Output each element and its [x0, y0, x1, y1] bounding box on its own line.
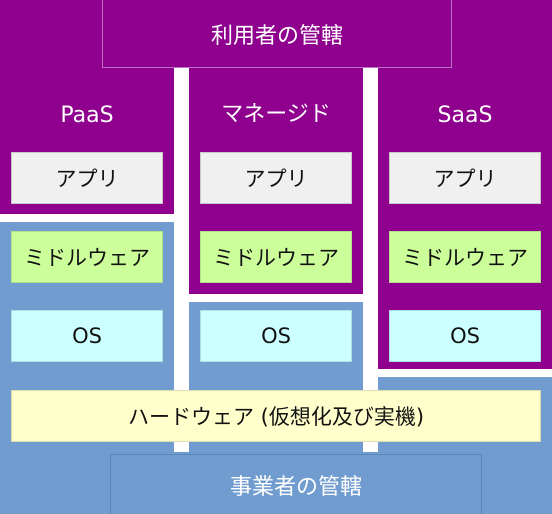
os-box-managed: OS — [200, 310, 352, 362]
middleware-box-paas: ミドルウェア — [11, 231, 163, 283]
os-box-saas: OS — [389, 310, 541, 362]
app-box-saas: アプリ — [389, 152, 541, 204]
hardware-box: ハードウェア (仮想化及び実機) — [11, 390, 541, 442]
os-box-paas: OS — [11, 310, 163, 362]
middleware-box-saas: ミドルウェア — [389, 231, 541, 283]
user-managed-label: 利用者の管轄 — [102, 0, 452, 68]
column-title-paas: PaaS — [60, 102, 114, 128]
app-box-managed: アプリ — [200, 152, 352, 204]
provider-managed-label: 事業者の管轄 — [110, 454, 482, 514]
column-title-saas: SaaS — [437, 102, 493, 128]
app-box-paas: アプリ — [11, 152, 163, 204]
middleware-box-managed: ミドルウェア — [200, 231, 352, 283]
column-title-managed: マネージド — [221, 102, 331, 127]
